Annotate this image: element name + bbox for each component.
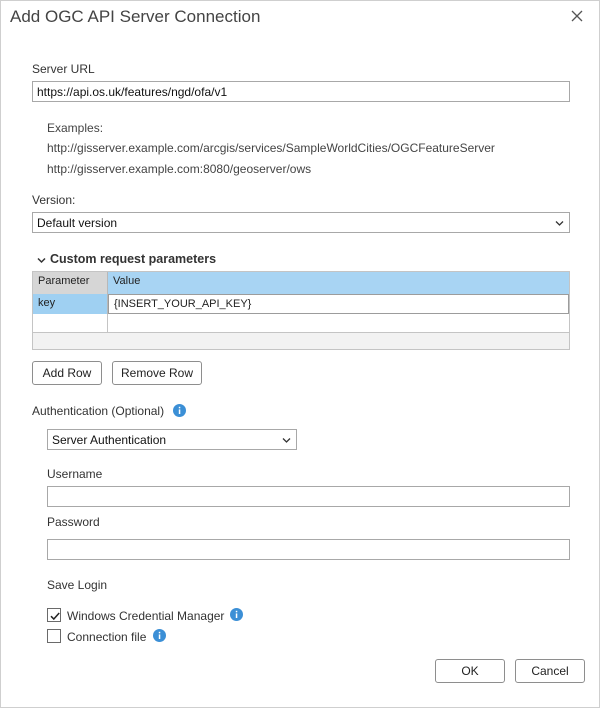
chevron-down-icon xyxy=(282,438,291,443)
table-cell-parameter[interactable]: key xyxy=(33,294,108,314)
example-url-1: http://gisserver.example.com/arcgis/serv… xyxy=(47,141,495,155)
column-header-parameter[interactable]: Parameter xyxy=(33,272,108,294)
password-input[interactable] xyxy=(47,539,570,560)
server-url-input[interactable] xyxy=(32,81,570,102)
save-login-label: Save Login xyxy=(47,578,108,592)
table-cell-value[interactable] xyxy=(108,314,569,333)
example-url-2: http://gisserver.example.com:8080/geoser… xyxy=(47,162,312,176)
chevron-down-icon xyxy=(555,221,564,226)
cancel-button[interactable]: Cancel xyxy=(515,659,585,683)
custom-params-header: Custom request parameters xyxy=(50,252,217,266)
checkmark-icon xyxy=(50,612,60,621)
examples-label: Examples: xyxy=(47,121,104,135)
connection-file-label[interactable]: Connection file xyxy=(67,630,146,644)
authentication-select[interactable]: Server Authentication xyxy=(47,429,297,450)
add-row-button[interactable]: Add Row xyxy=(32,361,102,385)
username-input[interactable] xyxy=(47,486,570,507)
password-label: Password xyxy=(47,515,100,529)
server-url-label: Server URL xyxy=(32,62,95,76)
version-select[interactable]: Default version xyxy=(32,212,570,233)
info-icon[interactable] xyxy=(230,608,243,621)
dialog-title: Add OGC API Server Connection xyxy=(10,7,261,26)
table-cell-parameter[interactable] xyxy=(33,314,108,333)
info-icon[interactable] xyxy=(153,629,166,642)
ogc-connection-dialog: Add OGC API Server Connection Server URL… xyxy=(0,0,600,708)
authentication-label: Authentication (Optional) xyxy=(32,404,165,418)
version-label: Version: xyxy=(32,193,76,207)
authentication-selected-value: Server Authentication xyxy=(52,433,167,447)
remove-row-button[interactable]: Remove Row xyxy=(112,361,202,385)
windows-credential-label[interactable]: Windows Credential Manager xyxy=(67,609,224,623)
column-header-value[interactable]: Value xyxy=(108,272,569,294)
chevron-down-icon xyxy=(37,257,46,264)
table-cell-value[interactable]: {INSERT_YOUR_API_KEY} xyxy=(108,294,569,314)
info-icon[interactable] xyxy=(173,404,186,417)
custom-params-toggle[interactable]: Custom request parameters xyxy=(37,252,216,266)
windows-credential-checkbox[interactable] xyxy=(47,608,61,622)
custom-params-grid: Parameter Value key {INSERT_YOUR_API_KEY… xyxy=(32,271,570,350)
close-icon[interactable] xyxy=(569,8,585,24)
ok-button[interactable]: OK xyxy=(435,659,505,683)
connection-file-checkbox[interactable] xyxy=(47,629,61,643)
username-label: Username xyxy=(47,467,103,481)
version-selected-value: Default version xyxy=(37,216,118,230)
